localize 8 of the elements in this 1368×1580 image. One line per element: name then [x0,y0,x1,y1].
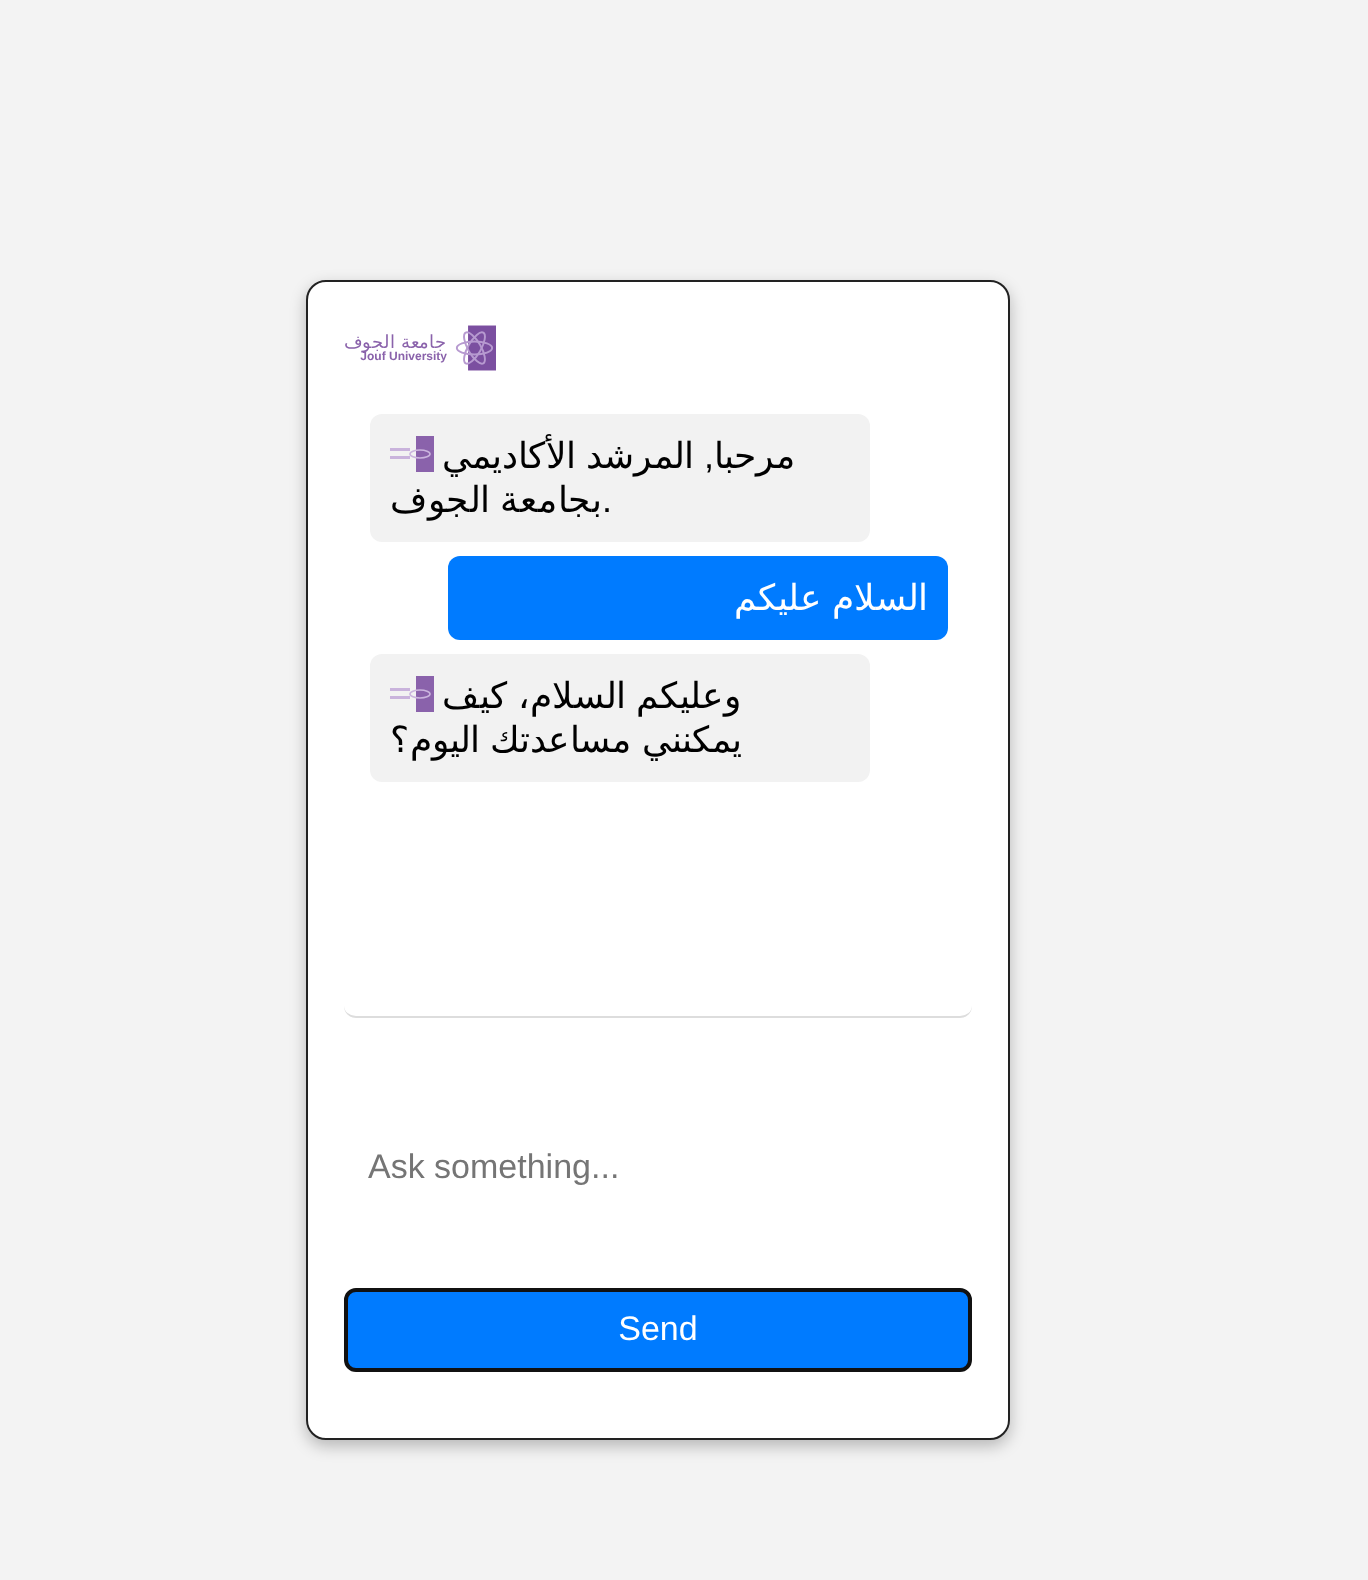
send-button[interactable]: Send [344,1288,972,1372]
user-message: السلام عليكم [448,556,948,640]
logo-icon [390,436,434,472]
logo-arabic-text: جامعة الجوف [344,333,448,351]
bot-message: مرحبا, المرشد الأكاديمي بجامعة الجوف. [370,414,870,542]
bot-message: وعليكم السلام، كيف يمكنني مساعدتك اليوم؟ [370,654,870,782]
logo-icon [390,676,434,712]
atom-icon [451,320,496,376]
